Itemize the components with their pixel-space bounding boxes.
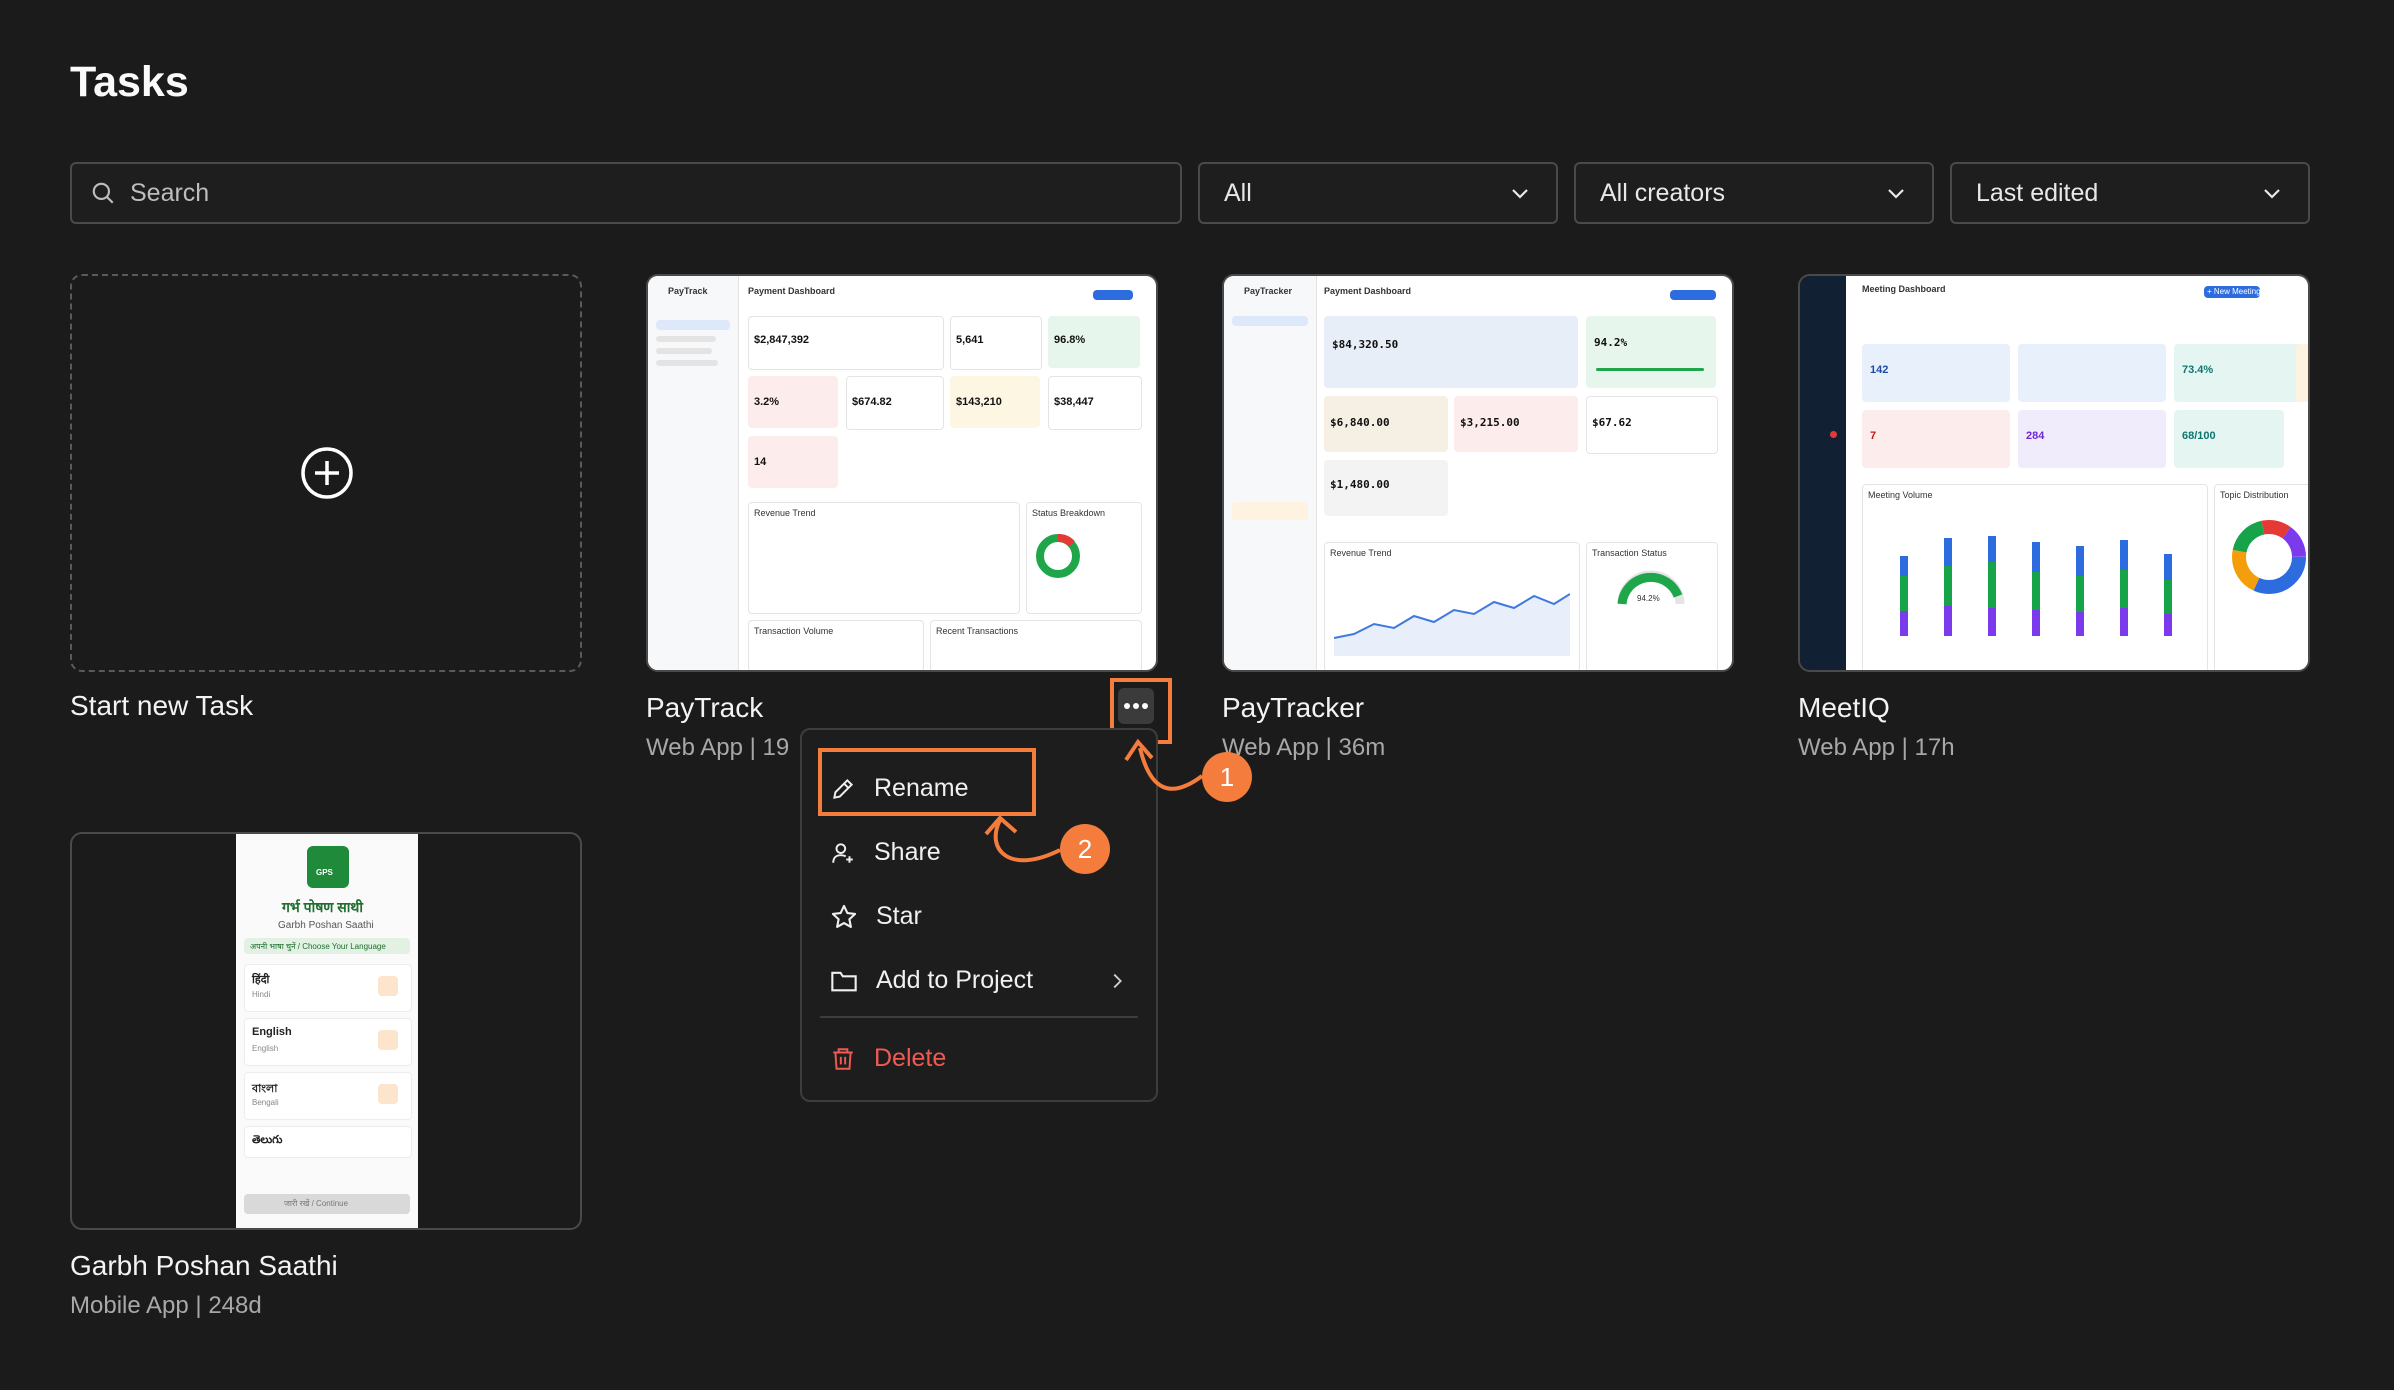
annotation-arrows	[984, 738, 1204, 863]
annotation-step-2: 2	[1060, 824, 1110, 874]
annotation-step-1: 1	[1202, 752, 1252, 802]
